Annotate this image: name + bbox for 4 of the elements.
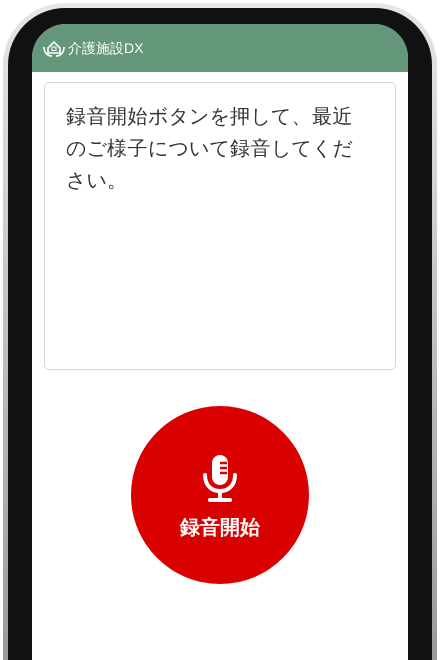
app-title: 介護施設DX — [68, 38, 144, 58]
microphone-icon — [200, 453, 240, 503]
record-button[interactable]: 録音開始 — [131, 406, 309, 584]
instruction-text: 録音開始ボタンを押して、最近のご様子について録音してください。 — [66, 105, 354, 194]
